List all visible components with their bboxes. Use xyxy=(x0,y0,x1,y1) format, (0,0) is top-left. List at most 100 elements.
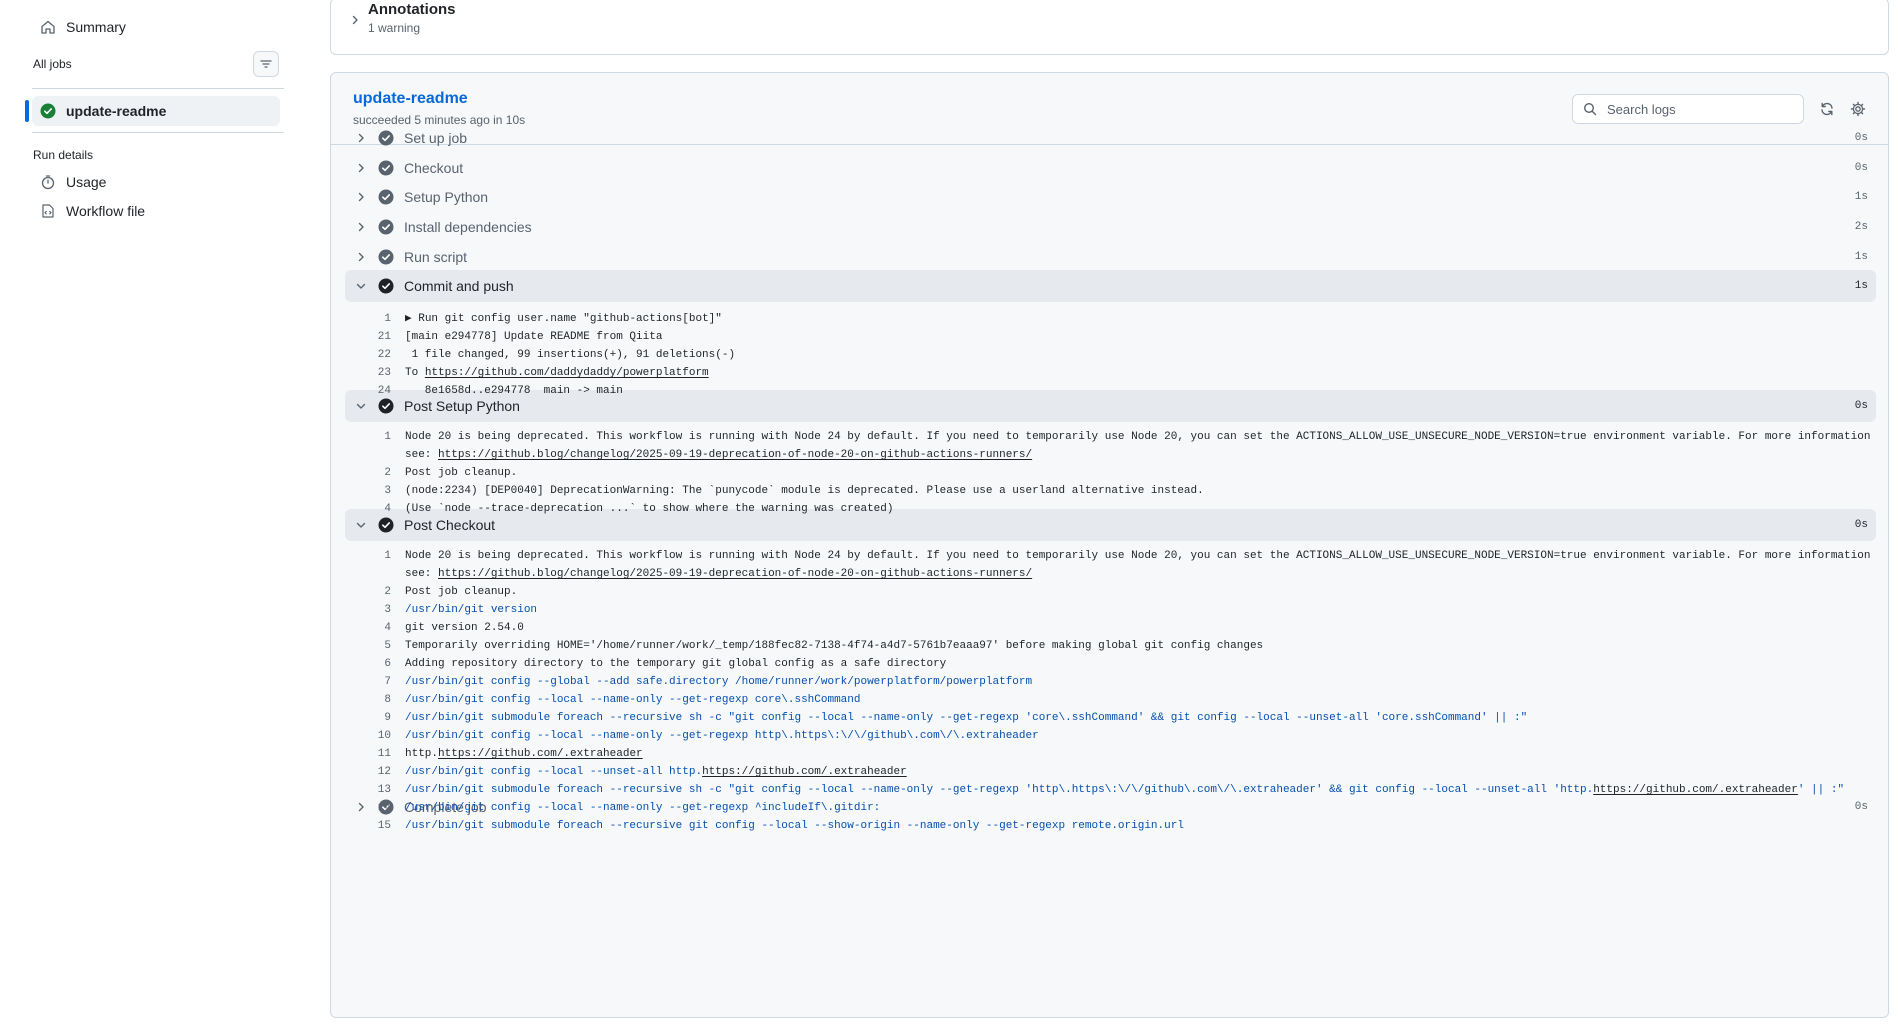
line-number[interactable]: 15 xyxy=(345,817,391,835)
line-number[interactable]: 14 xyxy=(345,799,391,817)
log-line: 1 ▶ Run git config user.name "github-acti… xyxy=(345,310,1876,328)
log-line: 22 1 file changed, 99 insertions(+), 91 … xyxy=(345,346,1876,364)
log-commit-and-push: 1 ▶ Run git config user.name "github-acti… xyxy=(345,310,1876,400)
step-name: Checkout xyxy=(404,160,464,176)
line-number[interactable]: 7 xyxy=(345,673,391,691)
filter-icon xyxy=(259,57,273,71)
log-line: 2 Post job cleanup. xyxy=(345,583,1876,601)
step-duration: 1s xyxy=(1854,191,1868,203)
chevron-right-icon[interactable] xyxy=(353,249,369,265)
step-row[interactable]: Run script 1s xyxy=(345,241,1876,273)
log-line: 23 To https://github.com/daddydaddy/power… xyxy=(345,364,1876,382)
log-line: 10/usr/bin/git config --local --name-onl… xyxy=(345,727,1876,745)
line-number[interactable]: 9 xyxy=(345,709,391,727)
log-text: Post job cleanup. xyxy=(405,586,518,598)
chevron-right-icon[interactable] xyxy=(353,160,369,176)
log-link[interactable]: https://github.com/.extraheader xyxy=(702,766,907,778)
line-number[interactable]: 8 xyxy=(345,691,391,709)
job-title[interactable]: update-readme xyxy=(353,90,468,108)
log-line: 9/usr/bin/git submodule foreach --recurs… xyxy=(345,709,1876,727)
line-number[interactable]: 23 xyxy=(345,364,391,382)
log-line: 5 Temporarily overriding HOME='/home/runn… xyxy=(345,637,1876,655)
log-text: 8e1658d..e294778 main -> main xyxy=(405,385,623,397)
step-duration: 0s xyxy=(1854,162,1868,174)
chevron-right-icon[interactable] xyxy=(353,189,369,205)
sidebar-item-label: update-readme xyxy=(66,103,167,119)
chevron-down-icon[interactable] xyxy=(353,517,369,533)
step-row[interactable]: Set up job 0s xyxy=(345,122,1876,154)
refresh-icon[interactable] xyxy=(1818,100,1836,118)
filter-button[interactable] xyxy=(253,51,279,77)
log-link[interactable]: https://github.com/daddydaddy/powerplatf… xyxy=(425,367,709,379)
log-line: see: https://github.blog/changelog/2025-… xyxy=(345,565,1876,583)
line-number[interactable]: 4 xyxy=(345,619,391,637)
search-logs-input[interactable] xyxy=(1605,100,1785,118)
log-line: 15/usr/bin/git submodule foreach --recur… xyxy=(345,817,1876,835)
line-number[interactable]: 10 xyxy=(345,727,391,745)
job-logs-card: update-readme succeeded 5 minutes ago in… xyxy=(330,72,1889,1018)
line-number[interactable]: 6 xyxy=(345,655,391,673)
active-indicator xyxy=(25,100,29,122)
line-number[interactable]: 11 xyxy=(345,745,391,763)
step-name: Post Checkout xyxy=(404,517,496,533)
log-link[interactable]: https://github.com/.extraheader xyxy=(1593,784,1798,796)
annotations-title: Annotations xyxy=(368,1,456,18)
sidebar-item-label: Summary xyxy=(66,19,126,35)
sidebar-item-label: Workflow file xyxy=(66,203,146,219)
annotations-subtitle: 1 warning xyxy=(368,21,421,35)
annotations-card[interactable]: Annotations 1 warning xyxy=(330,0,1889,55)
line-number[interactable]: 1 xyxy=(345,547,391,565)
log-text: (Use `node --trace-deprecation ...` to s… xyxy=(405,503,894,515)
line-number[interactable]: 5 xyxy=(345,637,391,655)
log-text: /usr/bin/git config --local --name-only … xyxy=(405,802,881,814)
log-link[interactable]: https://github.blog/changelog/2025-09-19… xyxy=(438,449,1032,461)
step-success-icon xyxy=(378,398,394,414)
sidebar-item-usage[interactable]: Usage xyxy=(32,167,280,197)
chevron-down-icon[interactable] xyxy=(353,398,369,414)
log-link[interactable]: https://github.com/.extraheader xyxy=(438,748,643,760)
log-text: /usr/bin/git config --local --name-only … xyxy=(405,694,861,706)
log-line: 11 http.https://github.com/.extraheader xyxy=(345,745,1876,763)
step-name: Install dependencies xyxy=(404,219,532,235)
step-row[interactable]: Setup Python 1s xyxy=(345,181,1876,213)
gear-icon[interactable] xyxy=(1849,100,1867,118)
step-row[interactable]: Checkout 0s xyxy=(345,152,1876,184)
line-number[interactable]: 3 xyxy=(345,601,391,619)
log-link[interactable]: https://github.blog/changelog/2025-09-19… xyxy=(438,568,1032,580)
line-number[interactable]: 1 xyxy=(345,428,391,446)
line-number[interactable]: 22 xyxy=(345,346,391,364)
step-duration: 1s xyxy=(1854,251,1868,263)
log-line: 4 git version 2.54.0 xyxy=(345,619,1876,637)
log-text: /usr/bin/git config --local --name-only … xyxy=(405,730,1039,742)
sidebar-item-job[interactable]: update-readme xyxy=(32,96,280,126)
chevron-right-icon[interactable] xyxy=(353,219,369,235)
step-row[interactable]: Commit and push 1s xyxy=(345,270,1876,302)
log-line: 12/usr/bin/git config --local --unset-al… xyxy=(345,763,1876,781)
run-details-label: Run details xyxy=(33,148,94,162)
step-success-icon xyxy=(378,278,394,294)
log-text: see: xyxy=(405,449,439,461)
line-number[interactable]: 21 xyxy=(345,328,391,346)
chevron-right-icon[interactable] xyxy=(353,130,369,146)
sidebar-item-summary[interactable]: Summary xyxy=(32,12,280,42)
log-line: 14/usr/bin/git config --local --name-onl… xyxy=(345,799,1876,817)
line-number[interactable]: 13 xyxy=(345,781,391,799)
step-row[interactable]: Install dependencies 2s xyxy=(345,211,1876,243)
line-number[interactable]: 1 xyxy=(345,310,391,328)
line-number[interactable]: 4 xyxy=(345,500,391,518)
line-number[interactable]: 2 xyxy=(345,464,391,482)
sidebar-item-workflow-file[interactable]: Workflow file xyxy=(32,196,280,226)
line-number[interactable]: 3 xyxy=(345,482,391,500)
line-number[interactable]: 12 xyxy=(345,763,391,781)
log-text: /usr/bin/git config --global --add safe.… xyxy=(405,676,1033,688)
search-logs-box[interactable] xyxy=(1572,94,1804,124)
log-text: git version 2.54.0 xyxy=(405,622,524,634)
log-line: 24 8e1658d..e294778 main -> main xyxy=(345,382,1876,400)
line-number[interactable]: 2 xyxy=(345,583,391,601)
step-name: Post Setup Python xyxy=(404,398,520,414)
line-number[interactable]: 24 xyxy=(345,382,391,400)
chevron-down-icon[interactable] xyxy=(353,278,369,294)
step-name: Set up job xyxy=(404,130,468,146)
log-line: 2 Post job cleanup. xyxy=(345,464,1876,482)
step-name: Run script xyxy=(404,249,468,265)
